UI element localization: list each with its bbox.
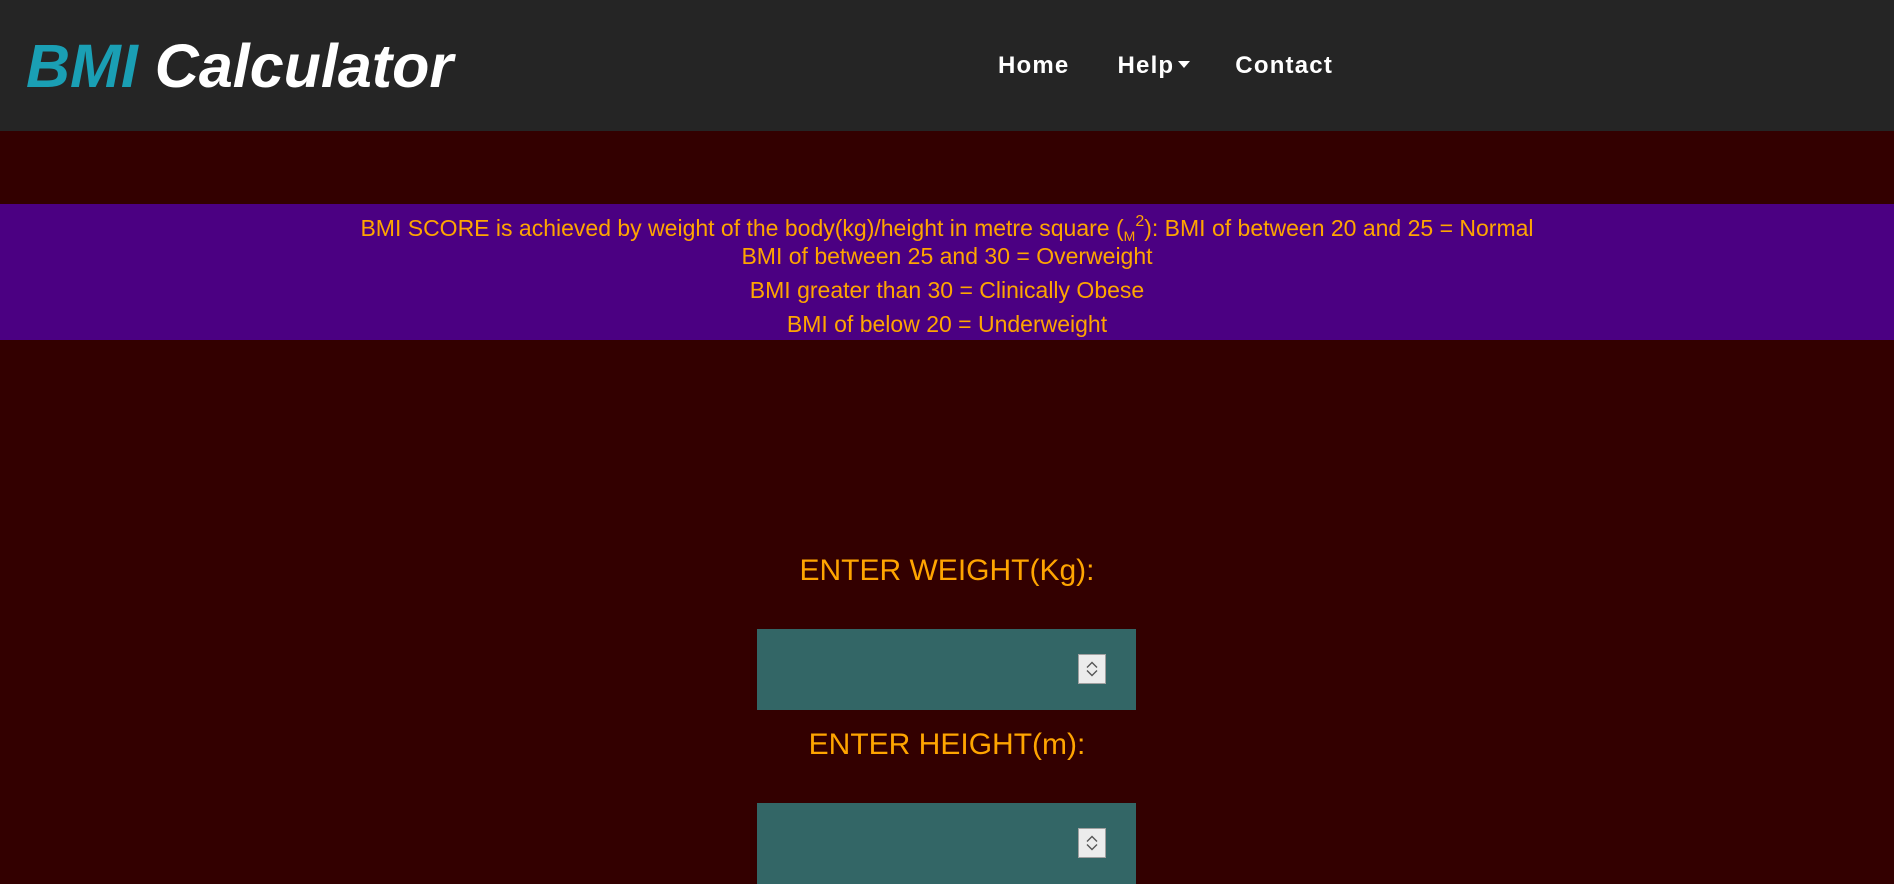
weight-spinner[interactable] xyxy=(1078,654,1106,684)
squared-superscript: 2 xyxy=(1135,213,1145,230)
brand-accent-text: BMI xyxy=(26,32,138,100)
height-label: ENTER HEIGHT(m): xyxy=(808,728,1086,761)
info-line-overweight: BMI of between 25 and 30 = Overweight xyxy=(741,243,1153,269)
chevron-up-icon[interactable] xyxy=(1085,661,1099,669)
navbar: BMI Calculator Home Help Contact xyxy=(0,0,1894,131)
brand-main-text: Calculator xyxy=(154,32,454,100)
info-line-normal: BMI SCORE is achieved by weight of the b… xyxy=(0,205,1894,244)
info-line-obese: BMI greater than 30 = Clinically Obese xyxy=(749,277,1145,303)
chevron-up-icon[interactable] xyxy=(1085,835,1099,843)
chevron-down-icon[interactable] xyxy=(1085,843,1099,851)
weight-input[interactable] xyxy=(757,629,1136,710)
nav-help-label: Help xyxy=(1117,52,1175,79)
nav-help-dropdown[interactable]: Help xyxy=(1117,52,1191,80)
info-line1-suffix: ): BMI of between 20 and 25 = Normal xyxy=(1144,215,1534,241)
caret-down-icon xyxy=(1178,60,1191,68)
bmi-info-banner: BMI SCORE is achieved by weight of the b… xyxy=(0,204,1894,340)
info-line-underweight: BMI of below 20 = Underweight xyxy=(786,311,1108,337)
weight-label: ENTER WEIGHT(Kg): xyxy=(799,554,1095,587)
nav-home-link[interactable]: Home xyxy=(998,52,1069,80)
chevron-down-icon[interactable] xyxy=(1085,669,1099,677)
height-input[interactable] xyxy=(757,803,1136,884)
nav-links: Home Help Contact xyxy=(998,52,1333,80)
brand-logo[interactable]: BMI Calculator xyxy=(26,28,453,104)
height-spinner[interactable] xyxy=(1078,828,1106,858)
nav-contact-link[interactable]: Contact xyxy=(1235,52,1333,80)
info-line1-prefix: BMI SCORE is achieved by weight of the b… xyxy=(360,215,1124,241)
